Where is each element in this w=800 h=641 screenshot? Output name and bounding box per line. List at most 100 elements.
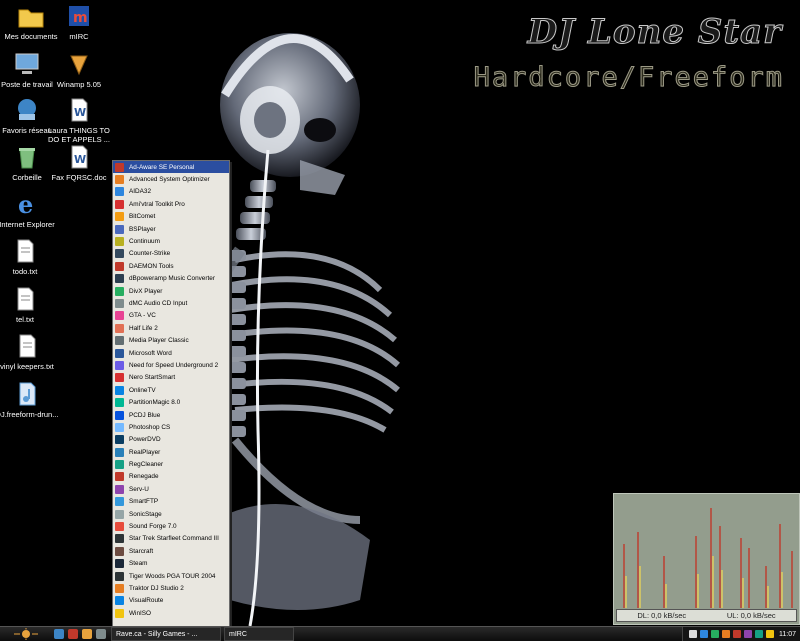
desktop-icon-tel-txt[interactable]: tel.txt [0, 285, 58, 324]
text-file-icon [17, 287, 34, 311]
text-file-icon [17, 239, 34, 263]
menu-item-label: Half Life 2 [129, 324, 158, 332]
menu-item[interactable]: Serv-U [113, 483, 229, 495]
desktop-icon-fax-fqrsc[interactable]: W Fax FQRSC.doc [46, 143, 112, 182]
menu-item[interactable]: Steam [113, 558, 229, 570]
menu-item[interactable]: AIDA32 [113, 186, 229, 198]
quicklaunch-winamp-icon[interactable] [82, 629, 92, 639]
menu-item-label: VisualRoute [129, 597, 164, 605]
system-tray: 11:07 [682, 627, 800, 641]
desktop-icon-laura-things-to-do[interactable]: W Laura THINGS TO DO ET APPELS ... [46, 96, 112, 144]
word-icon [115, 348, 124, 358]
menu-item[interactable]: Renegade [113, 471, 229, 483]
wallpaper-title: DJ Lone Star [527, 12, 782, 53]
menu-item[interactable]: Ad-Aware SE Personal [113, 161, 229, 174]
app-tray-icon[interactable] [710, 630, 719, 638]
winamp-icon [70, 55, 88, 76]
desktop-icon-dj-freeform[interactable]: DJ.freeform-drun... [0, 380, 60, 419]
menu-item[interactable]: SonicStage [113, 508, 229, 520]
bitcomet-tray-icon[interactable] [721, 630, 730, 638]
dmc-icon [115, 298, 124, 308]
divx-icon [115, 286, 124, 296]
desktop-icon-winamp[interactable]: Winamp 5.05 [46, 50, 112, 89]
menu-item[interactable]: SmartFTP [113, 496, 229, 508]
desktop-icon-vinyl-keepers-txt[interactable]: vinyl keepers.txt [0, 332, 60, 371]
menu-item[interactable]: Starcraft [113, 545, 229, 557]
half-life-icon [115, 323, 124, 333]
download-rate: DL: 0,0 kB/sec [637, 611, 687, 620]
menu-item-label: GTA - VC [129, 312, 156, 320]
optimizer-icon [115, 175, 124, 185]
photoshop-icon [115, 422, 124, 432]
tiger-woods-icon [115, 571, 124, 581]
bsplayer-icon [115, 224, 124, 234]
desktop-icon-internet-explorer[interactable]: e Internet Explorer [0, 190, 60, 229]
menu-item[interactable]: RealPlayer [113, 446, 229, 458]
menu-item-label: Sound Forge 7.0 [129, 523, 177, 531]
menu-item[interactable]: WinISO [113, 607, 229, 619]
help-tray-icon[interactable] [688, 630, 697, 638]
menu-item-label: Advanced System Optimizer [129, 176, 210, 184]
taskbar-task-rave[interactable]: Rave.ca - Silly Games - ... [111, 627, 221, 641]
quicklaunch-desktop-icon[interactable] [96, 629, 106, 639]
taskbar-task-mirc[interactable]: mIRC [224, 627, 294, 641]
menu-item[interactable]: Advanced System Optimizer [113, 173, 229, 185]
menu-item-label: Photoshop CS [129, 423, 171, 431]
menu-item-label: AIDA32 [129, 188, 152, 196]
toolkit-icon [115, 199, 124, 209]
menu-item[interactable]: Tiger Woods PGA TOUR 2004 [113, 570, 229, 582]
start-button[interactable] [0, 627, 52, 641]
menu-item[interactable]: Continuum [113, 235, 229, 247]
menu-item[interactable]: RegCleaner [113, 458, 229, 470]
menu-item[interactable]: Photoshop CS [113, 421, 229, 433]
network-icon [18, 99, 36, 120]
menu-item[interactable]: Need for Speed Underground 2 [113, 359, 229, 371]
task-label: Rave.ca - Silly Games - ... [116, 630, 198, 638]
menu-item[interactable]: PCDJ Blue [113, 409, 229, 421]
star-trek-icon [115, 534, 124, 544]
menu-item-label: DAEMON Tools [129, 262, 174, 270]
menu-item[interactable]: Sound Forge 7.0 [113, 520, 229, 532]
desktop-icon-label: vinyl keepers.txt [0, 362, 54, 371]
menu-item-label: Continuum [129, 238, 160, 246]
menu-item[interactable]: Nero StartSmart [113, 372, 229, 384]
menu-item-label: PartitionMagic 8.0 [129, 399, 181, 407]
menu-item[interactable]: Traktor DJ Studio 2 [113, 582, 229, 594]
menu-item[interactable]: Media Player Classic [113, 334, 229, 346]
volume-tray-icon[interactable] [754, 630, 763, 638]
menu-item[interactable]: BSPlayer [113, 223, 229, 235]
menu-item[interactable]: DAEMON Tools [113, 260, 229, 272]
menu-item[interactable]: Ami'vtral Toolkit Pro [113, 198, 229, 210]
menu-item[interactable]: Microsoft Word [113, 347, 229, 359]
quicklaunch-app-icon[interactable] [68, 629, 78, 639]
menu-item[interactable]: BitComet [113, 211, 229, 223]
security-tray-icon[interactable] [765, 630, 774, 638]
menu-item[interactable]: PowerDVD [113, 434, 229, 446]
menu-item[interactable]: PartitionMagic 8.0 [113, 396, 229, 408]
menu-item-label: PCDJ Blue [129, 411, 161, 419]
menu-item[interactable]: Counter-Strike [113, 248, 229, 260]
menu-item[interactable]: OnlineTV [113, 384, 229, 396]
menu-item-label: Need for Speed Underground 2 [129, 361, 219, 369]
counter-strike-icon [115, 249, 124, 259]
desktop-icon-mirc[interactable]: m mIRC [46, 2, 112, 41]
menu-item[interactable]: Half Life 2 [113, 322, 229, 334]
menu-item[interactable]: dBpoweramp Music Converter [113, 273, 229, 285]
menu-item[interactable]: dMC Audio CD Input [113, 297, 229, 309]
mirc-tray-icon[interactable] [732, 630, 741, 638]
network-tray-icon[interactable] [699, 630, 708, 638]
audio-file-icon [19, 382, 36, 406]
daemon-tray-icon[interactable] [743, 630, 752, 638]
menu-item-label: SonicStage [129, 510, 162, 518]
menu-item[interactable]: VisualRoute [113, 595, 229, 607]
menu-item-label: RegCleaner [129, 461, 164, 469]
computer-icon [15, 53, 39, 74]
desktop-icon-label: Fax FQRSC.doc [51, 173, 107, 182]
menu-item[interactable]: DivX Player [113, 285, 229, 297]
menu-item[interactable]: Star Trek Starfleet Command III [113, 533, 229, 545]
svg-text:W: W [74, 153, 86, 166]
desktop-icon-todo-txt[interactable]: todo.txt [0, 237, 58, 276]
menu-item-label: RealPlayer [129, 448, 161, 456]
menu-item[interactable]: GTA - VC [113, 310, 229, 322]
quicklaunch-ie-icon[interactable] [54, 629, 64, 639]
